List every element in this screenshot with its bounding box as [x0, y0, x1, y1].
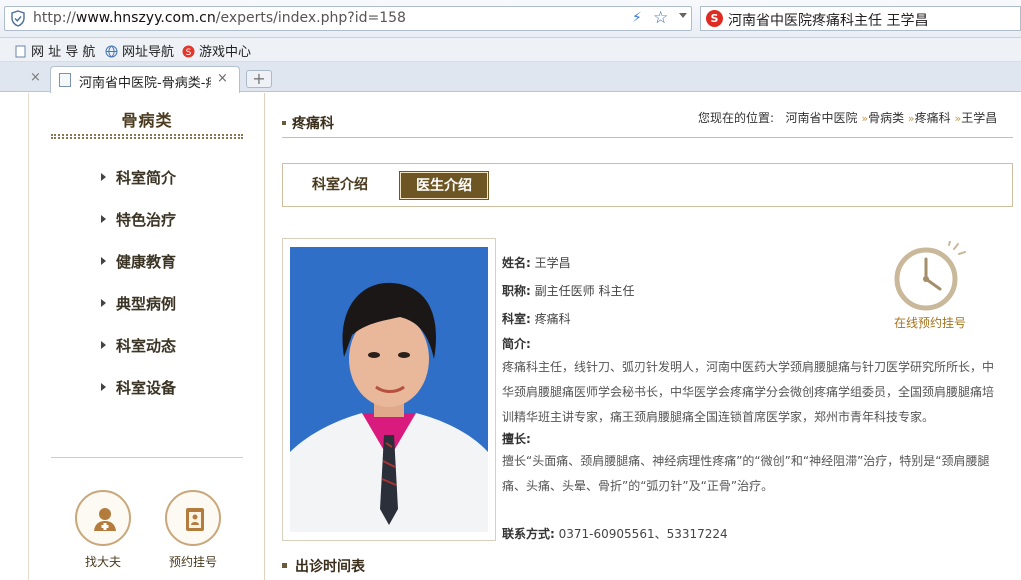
close-icon[interactable]: ×	[217, 71, 228, 86]
bullet-square-icon	[282, 563, 287, 568]
main-content: 疼痛科 您现在的位置: 河南省中医院 »骨病类 »疼痛科 »王学昌 科室介绍 医…	[266, 93, 1021, 580]
fav-item-nav2[interactable]: 网址导航	[105, 41, 174, 60]
triangle-right-icon	[101, 341, 106, 349]
find-doctor-label[interactable]: 找大夫	[63, 553, 143, 570]
triangle-right-icon	[101, 215, 106, 223]
breadcrumb: 您现在的位置: 河南省中医院 »骨病类 »疼痛科 »王学昌	[698, 111, 998, 125]
sidebar: 骨病类 科室简介 特色治疗 健康教育 典型病例 科室动态 科室设备 找大夫 预约…	[29, 93, 265, 580]
favorites-bar: 网 址 导 航 网址导航 S 游戏中心	[0, 38, 1021, 62]
sidebar-item-special-treatment[interactable]: 特色治疗	[101, 209, 176, 230]
divider	[282, 137, 1013, 138]
breadcrumb-current: 王学昌	[961, 111, 998, 125]
online-booking-button[interactable]: 在线预约挂号	[890, 240, 970, 331]
contact-label: 联系方式:	[502, 527, 555, 541]
clipboard-icon	[186, 508, 204, 531]
tab-active[interactable]: 河南省中医院-骨病类-疼 ×	[50, 66, 240, 93]
triangle-right-icon	[101, 173, 106, 181]
triangle-right-icon	[101, 299, 106, 307]
page: 骨病类 科室简介 特色治疗 健康教育 典型病例 科室动态 科室设备 找大夫 预约…	[0, 93, 1021, 580]
game-center-icon: S	[182, 45, 195, 58]
star-icon[interactable]: ☆	[653, 8, 668, 28]
breadcrumb-link[interactable]: 骨病类	[868, 111, 904, 125]
sidebar-title: 骨病类	[121, 111, 173, 130]
tab-dept-intro[interactable]: 科室介绍	[297, 172, 383, 199]
breadcrumb-link[interactable]: 河南省中医院	[786, 111, 858, 125]
schedule-title: 出诊时间表	[282, 556, 365, 576]
clock-icon	[894, 240, 966, 311]
doctor-intro: 疼痛科主任，线针刀、弧刃针发明人，河南中医药大学颈肩腰腿痛与针刀医学研究所所长，…	[502, 360, 995, 424]
content-tabs: 科室介绍 医生介绍	[282, 163, 1013, 207]
sogou-logo-icon: S	[706, 10, 723, 27]
contact-row: 联系方式: 0371-60905561、53317224	[502, 525, 728, 542]
search-text[interactable]: 河南省中医院疼痛科主任 王学昌	[728, 10, 928, 30]
title-label: 职称:	[502, 284, 531, 298]
tab-strip: × 河南省中医院-骨病类-疼 × +	[0, 62, 1021, 93]
triangle-right-icon	[101, 257, 106, 265]
doctor-icon	[94, 508, 116, 531]
chevron-down-icon[interactable]	[679, 13, 687, 18]
doctor-dept-row: 科室: 疼痛科	[502, 310, 571, 327]
tab-title: 河南省中医院-骨病类-疼	[79, 76, 211, 91]
contact-phone: 0371-60905561、53317224	[558, 527, 728, 541]
svg-text:S: S	[186, 48, 192, 58]
doctor-name: 王学昌	[534, 256, 571, 270]
sidebar-item-dept-news[interactable]: 科室动态	[101, 335, 176, 356]
doctor-photo-frame	[282, 238, 496, 541]
breadcrumb-separator: »	[907, 112, 915, 125]
triangle-right-icon	[101, 383, 106, 391]
doctor-portrait	[290, 247, 488, 532]
page-icon	[59, 73, 71, 87]
url-text[interactable]: http://www.hnszyy.com.cn/experts/index.p…	[33, 10, 406, 26]
find-doctor-button[interactable]	[75, 490, 131, 546]
close-icon[interactable]: ×	[30, 70, 41, 85]
intro-label: 简介:	[502, 337, 531, 351]
specialty-label: 擅长:	[502, 432, 531, 446]
breadcrumb-link[interactable]: 疼痛科	[915, 111, 951, 125]
divider	[51, 457, 243, 458]
book-appointment-label[interactable]: 预约挂号	[153, 553, 233, 570]
doctor-title: 副主任医师 科主任	[534, 284, 635, 298]
doctor-dept: 疼痛科	[534, 312, 571, 326]
sidebar-item-dept-intro[interactable]: 科室简介	[101, 167, 176, 188]
doctor-specialty: 擅长“头面痛、颈肩腰腿痛、神经病理性疼痛”的“微创”和“神经阻滞”治疗，特别是“…	[502, 454, 990, 493]
bullet-square-icon	[282, 121, 286, 125]
shield-icon	[11, 10, 25, 27]
doctor-title-row: 职称: 副主任医师 科主任	[502, 282, 634, 299]
fav-item-nav1[interactable]: 网 址 导 航	[14, 41, 95, 60]
tab-previous[interactable]: ×	[0, 66, 48, 92]
address-bar-row: http://www.hnszyy.com.cn/experts/index.p…	[0, 0, 1021, 38]
book-appointment-button[interactable]	[165, 490, 221, 546]
lightning-icon[interactable]: ⚡	[632, 10, 642, 26]
doctor-photo	[290, 247, 488, 532]
dept-label: 科室:	[502, 312, 531, 326]
search-input[interactable]: S 河南省中医院疼痛科主任 王学昌	[700, 6, 1021, 31]
page-icon	[15, 45, 26, 58]
divider	[51, 134, 243, 139]
fav-item-games[interactable]: S 游戏中心	[182, 41, 251, 60]
name-label: 姓名:	[502, 256, 531, 270]
new-tab-button[interactable]: +	[246, 70, 272, 88]
globe-icon	[105, 45, 118, 58]
sidebar-item-health-education[interactable]: 健康教育	[101, 251, 176, 272]
doctor-name-row: 姓名: 王学昌	[502, 254, 571, 271]
online-booking-label[interactable]: 在线预约挂号	[890, 314, 970, 331]
sidebar-item-dept-equipment[interactable]: 科室设备	[101, 377, 176, 398]
tab-doctor-intro[interactable]: 医生介绍	[399, 171, 489, 200]
section-title: 疼痛科	[282, 113, 334, 133]
sidebar-item-typical-cases[interactable]: 典型病例	[101, 293, 176, 314]
address-bar[interactable]: http://www.hnszyy.com.cn/experts/index.p…	[4, 6, 692, 31]
